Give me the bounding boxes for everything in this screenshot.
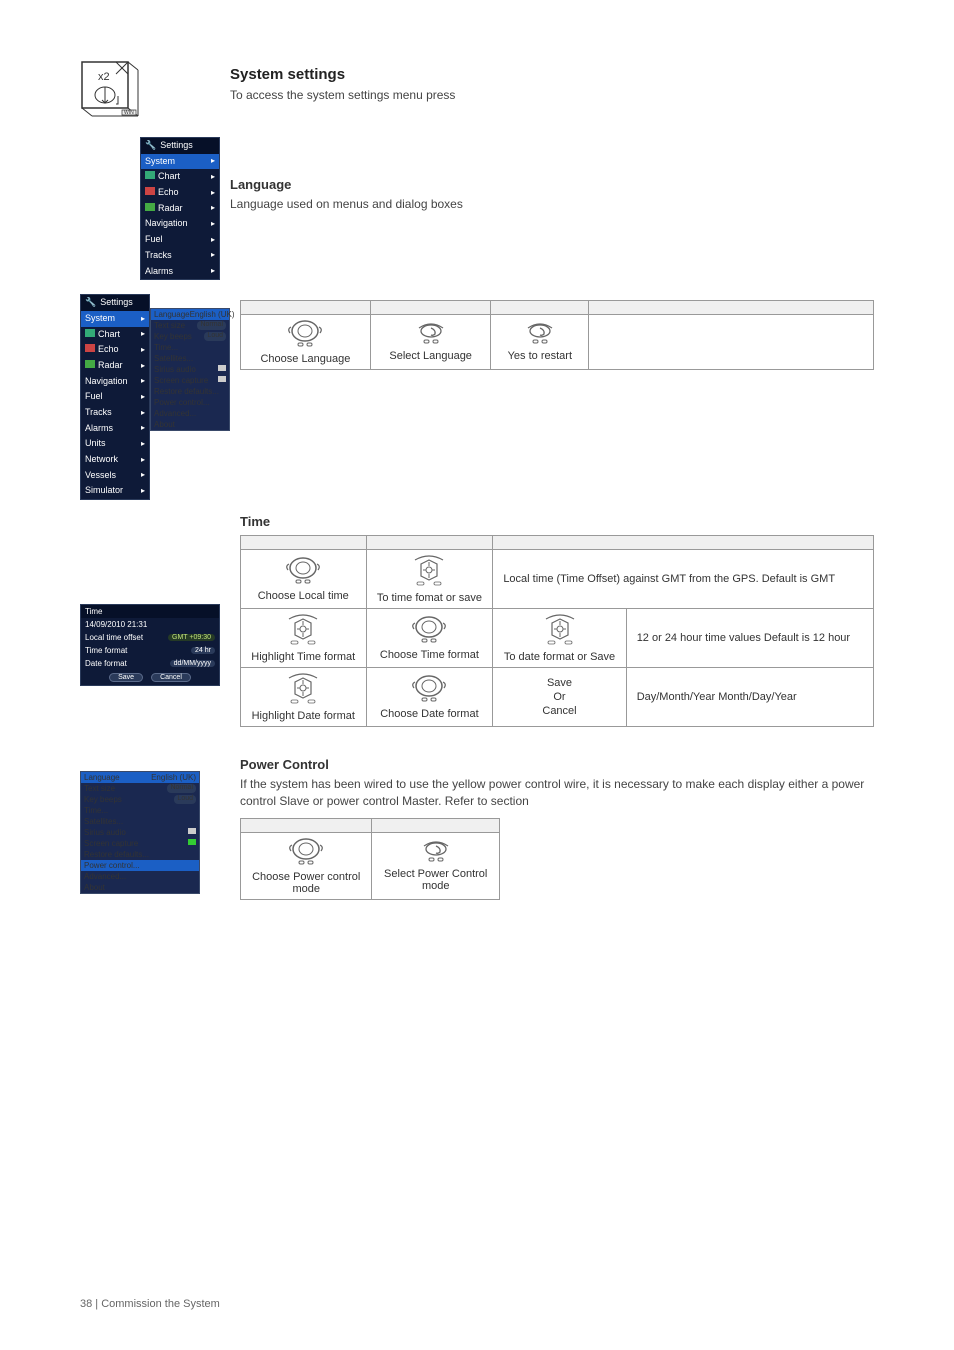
enter-icon xyxy=(416,840,456,864)
language-text: Language used on menus and dialog boxes xyxy=(230,196,874,213)
cell-highlight-date-format: Highlight Date format xyxy=(241,668,367,727)
cell-to-date-format: To date format or Save xyxy=(493,609,626,668)
cell-choose-language: Choose Language xyxy=(241,315,371,370)
device-diagram: x2 WIN xyxy=(80,60,220,123)
time-now-row: 14/09/2010 21:31 xyxy=(81,618,219,631)
wrench-icon: 🔧 xyxy=(145,140,156,152)
time-panel-header: Time xyxy=(81,605,219,618)
menu-item-system: System▸ xyxy=(141,154,219,170)
cell-choose-pc-mode: Choose Power control mode xyxy=(241,832,372,899)
device-x2-label: x2 xyxy=(98,71,110,83)
rotary-icon xyxy=(409,674,449,704)
menu-item-tracks: Tracks▸ xyxy=(141,248,219,264)
time-format-row: Time format24 hr xyxy=(81,644,219,657)
date-format-row: Date formatdd/MM/yyyy xyxy=(81,657,219,670)
power-control-row: LanguageEnglish (UK) Text sizeNormal Key… xyxy=(80,757,874,900)
cell-choose-time-format: Choose Time format xyxy=(366,609,493,668)
cell-choose-local-time: Choose Local time xyxy=(241,550,367,609)
rotary-icon xyxy=(283,556,323,586)
settings-menu-small: 🔧Settings System▸ Chart▸ Echo▸ Radar▸ Na… xyxy=(140,137,220,280)
cell-dateformat-desc: Day/Month/Year Month/Day/Year xyxy=(626,668,873,727)
page-footer: 38 | Commission the System xyxy=(80,1298,220,1310)
dpad-icon xyxy=(409,554,449,588)
power-control-steps-table: Choose Power control mode Select Power C… xyxy=(240,818,500,900)
cell-highlight-time-format: Highlight Time format xyxy=(241,609,367,668)
language-row: 🔧Settings System▸ Chart▸ Echo▸ Radar▸ Na… xyxy=(80,137,874,280)
power-control-text: If the system has been wired to use the … xyxy=(240,776,874,810)
rotary-icon xyxy=(409,615,449,645)
dpad-icon xyxy=(540,613,580,647)
time-steps-table: Choose Local time To time fomat or save … xyxy=(240,535,874,727)
menu-item-system: System▸ xyxy=(81,311,149,327)
cell-timeformat-desc: 12 or 24 hour time values Default is 12 … xyxy=(626,609,873,668)
cell-save-or-cancel: Save Or Cancel xyxy=(493,668,626,727)
enter-icon xyxy=(411,322,451,346)
time-panel: Time 14/09/2010 21:31 Local time offsetG… xyxy=(80,604,220,686)
rotary-icon xyxy=(286,837,326,867)
cancel-button[interactable]: Cancel xyxy=(151,673,191,682)
language-table-row: 🔧Settings System▸ Chart▸ Echo▸ Radar▸ Na… xyxy=(80,294,874,500)
svg-text:WIN: WIN xyxy=(124,110,134,116)
wrench-icon: 🔧 xyxy=(85,297,96,309)
system-settings-heading: System settings xyxy=(230,66,874,83)
system-submenu: LanguageEnglish (UK) Text sizeNormal Key… xyxy=(150,308,230,431)
language-heading: Language xyxy=(230,177,874,192)
menu-item-radar: Radar▸ xyxy=(141,201,219,217)
time-offset-row: Local time offsetGMT +09:30 xyxy=(81,631,219,644)
save-button[interactable]: Save xyxy=(109,673,143,682)
cell-yes-restart: Yes to restart xyxy=(491,315,589,370)
enter-icon xyxy=(520,322,560,346)
submenu-power-control: Power control... xyxy=(81,860,199,871)
settings-menu-large: 🔧Settings System▸ Chart▸ Echo▸ Radar▸ Na… xyxy=(80,294,150,500)
language-steps-table: Choose Language Select Language Yes to r… xyxy=(240,300,874,370)
menu-item-chart: Chart▸ xyxy=(141,169,219,185)
dpad-icon xyxy=(283,672,323,706)
cell-select-pc-mode: Select Power Control mode xyxy=(372,832,500,899)
menu-item-alarms: Alarms▸ xyxy=(141,264,219,280)
power-control-heading: Power Control xyxy=(240,757,874,772)
dpad-icon xyxy=(283,613,323,647)
menu-item-fuel: Fuel▸ xyxy=(141,232,219,248)
menu-item-navigation: Navigation▸ xyxy=(141,216,219,232)
cell-choose-date-format: Choose Date format xyxy=(366,668,493,727)
power-control-menu: LanguageEnglish (UK) Text sizeNormal Key… xyxy=(80,771,200,894)
system-settings-text: To access the system settings menu press xyxy=(230,87,874,104)
submenu-language: LanguageEnglish (UK) xyxy=(151,309,229,320)
cell-localtime-desc: Local time (Time Offset) against GMT fro… xyxy=(493,550,874,609)
system-settings-row: x2 WIN System settings To access the sys… xyxy=(80,60,874,123)
cell-to-time-format: To time fomat or save xyxy=(366,550,493,609)
cell-select-language: Select Language xyxy=(370,315,491,370)
time-row: Time 14/09/2010 21:31 Local time offsetG… xyxy=(80,514,874,727)
time-heading: Time xyxy=(240,514,874,529)
rotary-icon xyxy=(285,319,325,349)
menu-item-echo: Echo▸ xyxy=(141,185,219,201)
